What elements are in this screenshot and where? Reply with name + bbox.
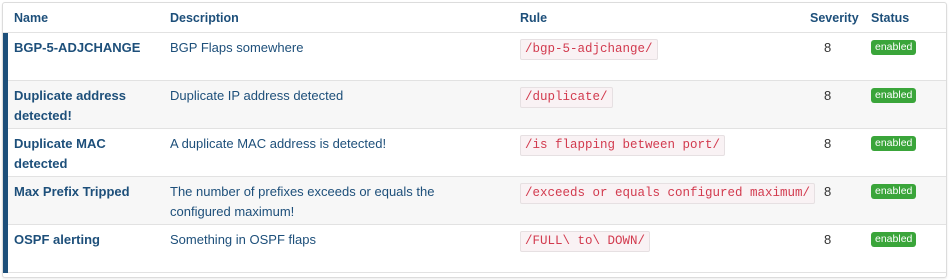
rule-pattern: /FULL\ to\ DOWN/ [520,231,651,252]
severity-cell: 8 [810,80,870,129]
header-actions [946,3,947,33]
row-accent-bar [3,81,8,129]
description-cell: The number of prefixes exceeds or equals… [159,176,508,225]
header-name[interactable]: Name [3,3,159,33]
rule-cell: /FULL\ to\ DOWN/ [508,224,810,273]
description-cell: A duplicate MAC address is detected! [159,128,508,177]
rule-description: The number of prefixes exceeds or equals… [170,184,435,219]
status-badge[interactable]: enabled [871,88,917,103]
rule-severity: 8 [824,136,832,151]
status-badge[interactable]: enabled [871,232,917,247]
name-cell: Duplicate MAC detected [3,128,159,177]
row-accent-bar [3,33,8,81]
rule-pattern: /bgp-5-adjchange/ [520,39,658,60]
rule-description: Duplicate IP address detected [170,88,344,103]
rule-cell: /duplicate/ [508,80,810,129]
severity-cell: 8 [810,128,870,177]
header-rule[interactable]: Rule [508,3,810,33]
severity-cell: 8 [810,224,870,273]
status-badge[interactable]: enabled [871,136,917,151]
header-description[interactable]: Description [159,3,508,33]
name-cell: BGP-5-ADJCHANGE [3,32,159,81]
status-cell: enabled [870,80,946,129]
table-row: Max Prefix Tripped The number of prefixe… [3,176,947,225]
rule-name[interactable]: Max Prefix Tripped [3,177,159,202]
alert-rules-table: Name Description Rule Severity Status BG… [3,3,947,273]
rule-severity: 8 [824,40,832,55]
rule-pattern: /exceeds or equals configured maximum/ [520,183,816,204]
rule-description: BGP Flaps somewhere [170,40,304,55]
description-cell: Duplicate IP address detected [159,80,508,129]
rule-name[interactable]: OSPF alerting [3,225,159,250]
table-row: Duplicate MAC detected A duplicate MAC a… [3,128,947,177]
severity-cell: 8 [810,176,870,225]
description-cell: Something in OSPF flaps [159,224,508,273]
rule-description: A duplicate MAC address is detected! [170,136,387,151]
status-cell: enabled [870,176,946,225]
actions-cell [946,129,947,177]
status-badge[interactable]: enabled [871,40,917,55]
actions-cell [946,33,947,81]
row-accent-bar [3,225,8,273]
rule-name[interactable]: BGP-5-ADJCHANGE [3,33,159,58]
rule-name[interactable]: Duplicate MAC detected [3,129,159,174]
rule-cell: /is flapping between port/ [508,128,810,177]
table-header-row: Name Description Rule Severity Status [3,3,947,33]
rule-description: Something in OSPF flaps [170,232,316,247]
name-cell: OSPF alerting [3,224,159,273]
rule-severity: 8 [824,88,832,103]
name-cell: Duplicate address detected! [3,80,159,129]
status-badge[interactable]: enabled [871,184,917,199]
rule-name[interactable]: Duplicate address detected! [3,81,159,126]
row-accent-bar [3,177,8,225]
table-row: BGP-5-ADJCHANGE BGP Flaps somewhere /bgp… [3,32,947,81]
header-status[interactable]: Status [870,3,946,33]
rule-severity: 8 [824,184,832,199]
rule-cell: /exceeds or equals configured maximum/ [508,176,816,225]
rule-pattern: /duplicate/ [520,87,613,108]
row-accent-bar [3,129,8,177]
rule-pattern: /is flapping between port/ [520,135,726,156]
description-cell: BGP Flaps somewhere [159,32,508,81]
status-cell: enabled [870,128,946,177]
rule-severity: 8 [824,232,832,247]
header-severity[interactable]: Severity [810,3,870,33]
severity-cell: 8 [810,32,870,81]
table-row: OSPF alerting Something in OSPF flaps /F… [3,224,947,273]
name-cell: Max Prefix Tripped [3,176,159,225]
table-row: Duplicate address detected! Duplicate IP… [3,80,947,129]
status-cell: enabled [870,224,946,273]
status-cell: enabled [870,32,946,81]
actions-cell [946,177,947,225]
actions-cell [946,81,947,129]
actions-cell [946,225,947,273]
rule-cell: /bgp-5-adjchange/ [508,32,810,81]
alert-rules-panel: Name Description Rule Severity Status BG… [2,2,947,278]
